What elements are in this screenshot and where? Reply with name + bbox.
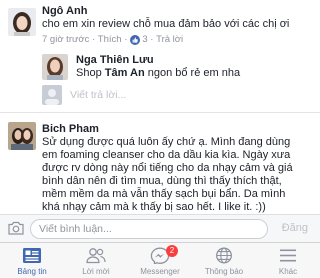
friend-requests-icon bbox=[86, 248, 106, 264]
messenger-badge: 2 bbox=[166, 245, 178, 257]
shop-name[interactable]: Tâm An bbox=[105, 67, 145, 79]
avatar-nga-thien-luu[interactable] bbox=[42, 54, 68, 80]
comment-input-placeholder: Viết bình luận... bbox=[39, 223, 112, 235]
comment-text-line: khá nhạy cảm mà k thấy bị sao hết. I lik… bbox=[42, 201, 266, 213]
comment-text-line: bình dân nên đi tìm mua, dùng thì thấy t… bbox=[42, 175, 282, 187]
globe-icon bbox=[216, 247, 232, 264]
thumbs-up-icon bbox=[130, 34, 141, 45]
tab-messenger[interactable]: 2 Messenger bbox=[128, 243, 192, 278]
tab-notifications[interactable]: Thông báo bbox=[192, 243, 256, 278]
tab-label: Khác bbox=[278, 267, 298, 276]
tab-news-feed[interactable]: Bảng tin bbox=[0, 243, 64, 278]
tab-label: Messenger bbox=[140, 267, 180, 276]
comment-author[interactable]: Bich Pham bbox=[42, 123, 99, 135]
avatar-bich-pham[interactable] bbox=[8, 122, 36, 150]
comment-time: 7 giờ trước bbox=[42, 34, 90, 45]
post-button[interactable]: Đăng bbox=[282, 222, 308, 234]
reply-input[interactable]: Viết trả lời... bbox=[70, 89, 126, 101]
comment-text-line: được rv dòng này nổi tiếng cho da nhạy c… bbox=[42, 162, 293, 174]
tab-friend-requests[interactable]: Lời mời bbox=[64, 243, 128, 278]
comment-input[interactable]: Viết bình luận... bbox=[30, 219, 268, 239]
comment-divider bbox=[0, 112, 320, 113]
comment-text-line: Sử dụng được quá luôn ấy chứ ạ. Mình đan… bbox=[42, 136, 291, 148]
my-avatar bbox=[42, 85, 62, 105]
camera-icon[interactable] bbox=[8, 221, 24, 235]
comment-text: cho em xin review chỗ mua đảm bảo với cá… bbox=[42, 18, 290, 30]
bottom-tab-bar: Bảng tin Lời mời 2 Messenger Thông báo K… bbox=[0, 242, 320, 278]
comment-meta: 7 giờ trước · Thích · 3 · Trả lời bbox=[42, 34, 184, 45]
reply-author[interactable]: Nga Thiên Lưu bbox=[76, 54, 154, 66]
comment-text-line: mềm mềm da mà vẫn thấy sạch bụi bẩn. Da … bbox=[42, 188, 286, 200]
reply-link[interactable]: Trả lời bbox=[156, 34, 183, 45]
comment-text-line: em foaming cleanser cho da dầu kia kìa. … bbox=[42, 149, 291, 161]
reply-text: Shop Tâm An ngon bổ rẻ em nha bbox=[76, 67, 241, 79]
like-link[interactable]: Thích bbox=[98, 34, 122, 45]
tab-more[interactable]: Khác bbox=[256, 243, 320, 278]
tab-label: Bảng tin bbox=[17, 267, 47, 276]
tab-label: Lời mời bbox=[82, 267, 110, 276]
comment-author[interactable]: Ngô Anh bbox=[42, 5, 87, 17]
comment-composer: Viết bình luận... Đăng bbox=[0, 214, 320, 242]
tab-label: Thông báo bbox=[204, 267, 244, 276]
more-icon bbox=[280, 249, 296, 262]
news-feed-icon bbox=[23, 248, 41, 263]
avatar-ngo-anh[interactable] bbox=[8, 8, 36, 36]
